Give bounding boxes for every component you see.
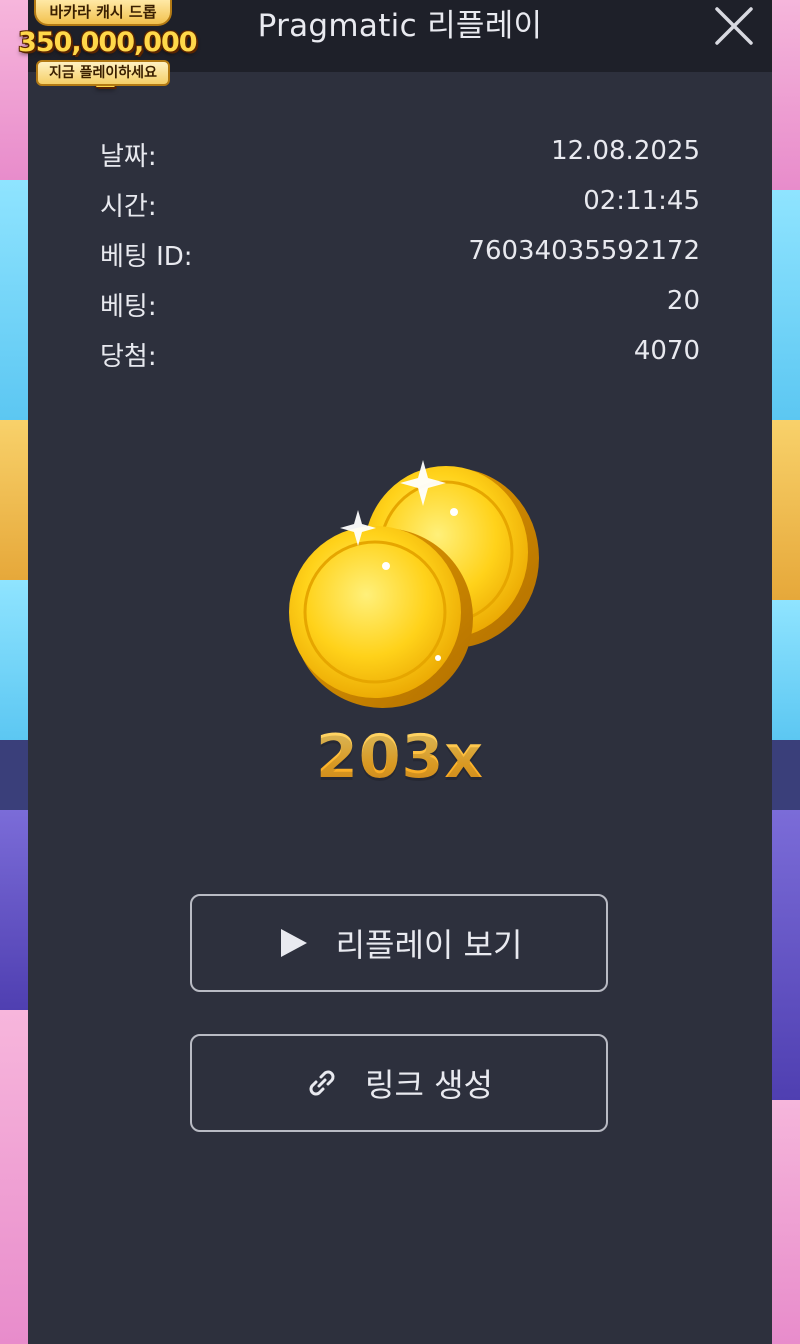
- info-row-date: 날짜: 12.08.2025: [100, 128, 700, 178]
- win-multiplier: 203x: [28, 722, 772, 792]
- create-link-label: 링크 생성: [365, 1066, 493, 1104]
- date-value: 12.08.2025: [551, 136, 700, 166]
- background-game-right: [772, 0, 800, 1344]
- close-icon: [715, 7, 753, 45]
- info-row-bet-id: 베팅 ID: 76034035592172: [100, 228, 700, 278]
- promo-badge[interactable]: 바카라 캐시 드롭 350,000,000원 지금 플레이하세요: [18, 0, 198, 92]
- play-icon: [280, 929, 307, 957]
- promo-title: 바카라 캐시 드롭: [34, 0, 172, 26]
- bet-info-list: 날짜: 12.08.2025 시간: 02:11:45 베팅 ID: 76034…: [100, 128, 700, 378]
- create-link-button[interactable]: 링크 생성: [190, 1034, 608, 1132]
- link-icon: [309, 1070, 335, 1096]
- watch-replay-button[interactable]: 리플레이 보기: [190, 894, 608, 992]
- win-value: 4070: [633, 336, 700, 366]
- gold-coins-icon: [289, 460, 539, 708]
- watch-replay-label: 리플레이 보기: [335, 926, 523, 964]
- bet-value: 20: [666, 286, 700, 316]
- background-game-left: [0, 0, 28, 1344]
- close-button[interactable]: [712, 4, 756, 48]
- date-label: 날짜:: [100, 142, 157, 172]
- info-row-time: 시간: 02:11:45: [100, 178, 700, 228]
- promo-cta: 지금 플레이하세요: [36, 60, 170, 86]
- time-value: 02:11:45: [583, 186, 700, 216]
- promo-amount: 350,000,000원: [18, 27, 198, 92]
- time-label: 시간:: [100, 192, 157, 222]
- info-row-win: 당첨: 4070: [100, 328, 700, 378]
- win-label: 당첨:: [100, 342, 157, 372]
- bet-id-label: 베팅 ID:: [100, 242, 193, 272]
- bet-label: 베팅:: [100, 292, 157, 322]
- info-row-bet: 베팅: 20: [100, 278, 700, 328]
- bet-id-value: 76034035592172: [468, 236, 700, 266]
- replay-panel: Pragmatic 리플레이 날짜: 12.08.2025 시간: 02:11:…: [28, 0, 772, 1344]
